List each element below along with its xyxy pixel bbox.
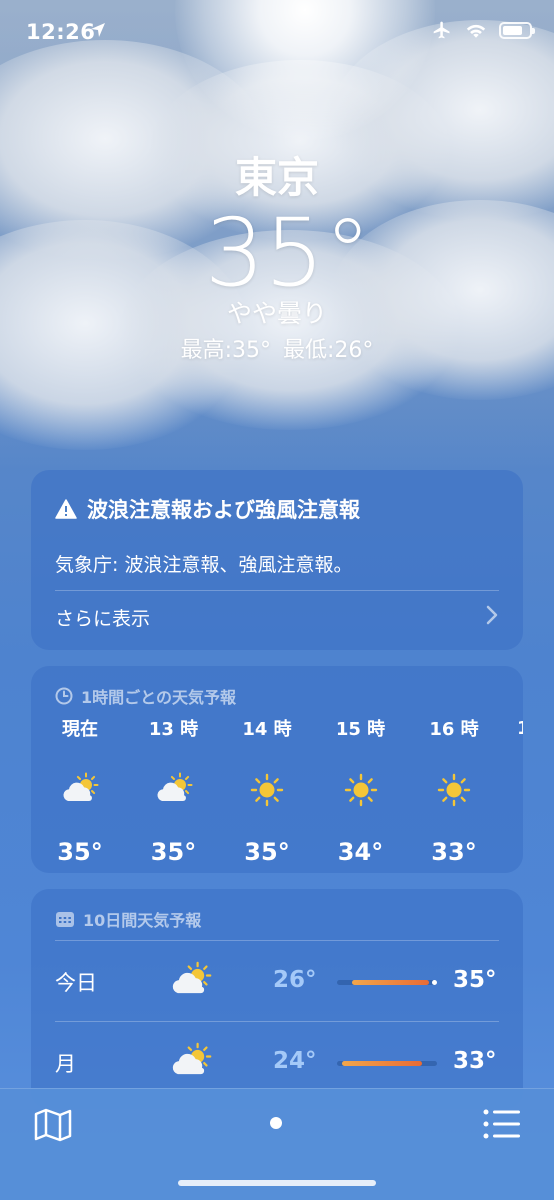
city-name: 東京 (234, 153, 319, 202)
day-low-temp: 24° (273, 1048, 317, 1074)
weather-header: 東京 35° やや曇り 最高:35° 最低:26° (0, 150, 554, 368)
range-fill (342, 1061, 422, 1066)
hour-label: 16 時 (429, 719, 479, 740)
sunny-icon (326, 770, 396, 810)
divider (55, 590, 499, 591)
temperature-range-bar (337, 1061, 437, 1066)
hour-temp: 35° (244, 838, 290, 866)
hourly-item: 13 時 35° (139, 718, 209, 866)
page-indicator-dot[interactable] (270, 1117, 282, 1129)
hour-temp: 35° (150, 838, 197, 866)
hour-label: 13 時 (148, 719, 199, 740)
status-time: 12:26 (26, 20, 96, 44)
hourly-forecast-card[interactable]: 1時間ごとの天気予報 現在 35° 13 時 35° 14 時 35° 15 時 34° 16 … (31, 666, 523, 873)
hour-label: 現在 (62, 719, 98, 740)
day-high-temp: 33° (453, 1048, 497, 1074)
hourly-item: 現在 35° (45, 718, 115, 866)
day-high-temp: 35° (453, 967, 497, 993)
daily-title: 10日間天気予報 (55, 907, 201, 931)
chevron-right-icon[interactable] (485, 604, 499, 626)
hourly-title: 1時間ごとの天気予報 (55, 684, 236, 708)
next-hour-partial: 1 (517, 718, 523, 739)
partly-cloudy-icon (169, 959, 213, 1007)
hour-label: 15 時 (335, 719, 386, 740)
map-icon[interactable] (33, 1107, 73, 1143)
wifi-icon (466, 24, 486, 38)
airplane-icon (433, 21, 450, 39)
high-temp: 最高:35° (180, 338, 271, 363)
hour-temp: 35° (57, 838, 103, 866)
hourly-item: 14 時 35° (232, 718, 302, 866)
low-temp: 最低:26° (283, 338, 374, 363)
alert-title: 波浪注意報および強風注意報 (55, 494, 360, 524)
alert-card[interactable]: 波浪注意報および強風注意報 気象庁: 波浪注意報、強風注意報。 さらに表示 (31, 470, 523, 650)
current-temp-dot (431, 980, 437, 985)
alert-description: 気象庁: 波浪注意報、強風注意報。 (55, 554, 353, 576)
current-temperature: 35° (204, 199, 372, 308)
condition-text: やや曇り (226, 299, 327, 328)
alert-title-text: 波浪注意報および強風注意報 (87, 498, 360, 522)
show-more-link[interactable]: さらに表示 (55, 604, 150, 631)
hourly-title-text: 1時間ごとの天気予報 (81, 688, 236, 707)
day-name: 月 (55, 1052, 76, 1076)
clock-icon (55, 687, 73, 705)
daily-forecast-card[interactable]: 10日間天気予報 今日 26° 35° 月 24° 33° (31, 889, 523, 1109)
range-fill (352, 980, 429, 985)
list-icon[interactable] (482, 1107, 522, 1141)
hour-label: 14 時 (242, 719, 292, 740)
location-arrow-icon (91, 23, 105, 37)
hourly-item: 16 時 33° (419, 718, 489, 866)
battery-icon (499, 21, 535, 39)
daily-row[interactable]: 今日 26° 35° (31, 941, 523, 1022)
warning-icon (55, 499, 77, 519)
sunny-icon (419, 770, 489, 810)
hour-temp: 34° (337, 838, 384, 866)
hour-temp: 33° (431, 838, 477, 866)
calendar-icon (56, 912, 74, 927)
status-icons (431, 20, 535, 40)
day-low-temp: 26° (273, 967, 317, 993)
day-name: 今日 (55, 971, 97, 995)
partly-cloudy-icon (139, 770, 209, 810)
high-low: 最高:35° 最低:26° (0, 334, 554, 368)
battery-level (503, 25, 522, 35)
temperature-range-bar (337, 980, 437, 985)
status-bar: 12:26 (0, 0, 554, 64)
sunny-icon (232, 770, 302, 810)
partly-cloudy-icon (45, 770, 115, 810)
partly-cloudy-icon (169, 1040, 213, 1088)
hourly-item: 15 時 34° (326, 718, 396, 866)
daily-title-text: 10日間天気予報 (83, 911, 202, 930)
home-indicator[interactable] (178, 1180, 376, 1186)
